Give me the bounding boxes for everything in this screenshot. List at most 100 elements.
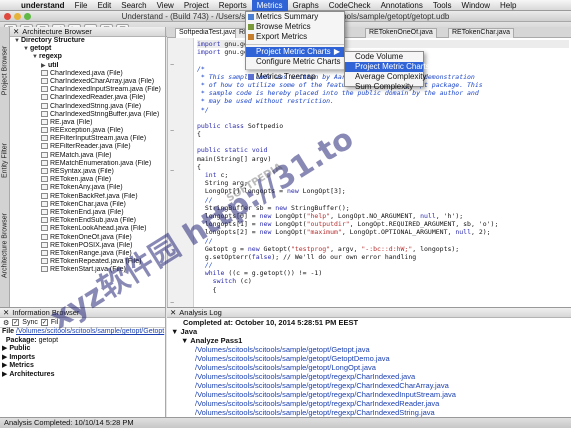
tree-item-label: CharIndexedStringBuffer.java (File) [50, 110, 160, 118]
menu-item-browse-metrics[interactable]: Browse Metrics [246, 22, 344, 32]
tree-item[interactable]: RETokenEndSub.java (File) [10, 217, 165, 225]
menu-help[interactable]: Help [495, 0, 521, 11]
java-file-icon [41, 118, 48, 125]
file-checkbox[interactable]: ✓ [40, 319, 48, 326]
info-section-architectures[interactable]: ▶ Architectures [2, 371, 165, 380]
file-path-link[interactable]: /Volumes/scitools/scitools/sample/getopt… [16, 328, 164, 335]
tree-item[interactable]: ▼Directory Structure [10, 37, 165, 45]
menu-reports[interactable]: Reports [214, 0, 252, 11]
tree-item[interactable]: RETokenEnd.java (File) [10, 208, 165, 217]
close-panel-icon[interactable]: ✕ [13, 27, 19, 36]
app-menu[interactable]: understand [16, 1, 70, 10]
menu-graphs[interactable]: Graphs [288, 0, 324, 11]
menu-edit[interactable]: Edit [92, 0, 116, 11]
menu-annotations[interactable]: Annotations [376, 0, 428, 11]
tree-item[interactable]: RETokenPOSIX.java (File) [10, 241, 165, 250]
tree-item[interactable]: RETokenRange.java (File) [10, 249, 165, 258]
gear-icon[interactable]: ⚙ [3, 319, 9, 327]
tree-item[interactable]: RETokenBackRef.java (File) [10, 192, 165, 201]
log-path[interactable]: /Volumes/scitools/scitools/sample/getopt… [171, 408, 571, 417]
log-path[interactable]: /Volumes/scitools/scitools/sample/getopt… [171, 363, 571, 372]
tree-item[interactable]: RESyntax.java (File) [10, 168, 165, 176]
tree-item[interactable]: RETokenStart.java (File) [10, 266, 165, 274]
tree-item[interactable]: RETokenAny.java (File) [10, 184, 165, 192]
tree-item[interactable]: CharIndexedInputStream.java (File) [10, 86, 165, 94]
tab-label: Architecture Browser [1, 213, 9, 278]
menu-project[interactable]: Project [179, 0, 214, 11]
menu-item-configure-metric-charts[interactable]: Configure Metric Charts [246, 57, 344, 67]
analysis-log-title: Analysis Log [179, 308, 222, 317]
close-panel-icon[interactable]: ✕ [3, 308, 9, 317]
expand-arrow-icon[interactable]: ▼ [23, 45, 30, 53]
submenu-arrow-icon: ▶ [333, 47, 340, 56]
editor-gutter: − − − − [168, 38, 194, 307]
log-path[interactable]: /Volumes/scitools/scitools/sample/getopt… [171, 345, 571, 354]
tab-softpediatest-java[interactable]: SoftpediaTest.java [175, 28, 241, 38]
menu-window[interactable]: Window [457, 0, 495, 11]
tree-item[interactable]: CharIndexedCharArray.java (File) [10, 77, 165, 86]
tree-item[interactable]: RETokenOneOf.java (File) [10, 233, 165, 242]
submenu-item-project-metric-charts[interactable]: Project Metric Charts [345, 62, 430, 72]
fold-marker-icon[interactable]: − [170, 62, 174, 69]
info-section-metrics[interactable]: ▶ Metrics [2, 362, 165, 371]
log-path[interactable]: /Volumes/scitools/scitools/sample/getopt… [171, 372, 571, 381]
log-path[interactable]: /Volumes/scitools/scitools/sample/getopt… [171, 354, 571, 363]
menu-item-metrics-treemap[interactable]: Metrics Treemap [246, 72, 344, 82]
submenu-item-code-volume[interactable]: Code Volume [345, 52, 423, 62]
menu-view[interactable]: View [152, 0, 179, 11]
log-path[interactable]: /Volumes/scitools/scitools/sample/getopt… [171, 399, 571, 408]
tab-entity-filter[interactable]: Entity Filter [0, 143, 10, 217]
menu-tools[interactable]: Tools [428, 0, 457, 11]
tree-item[interactable]: ▶ util [10, 62, 165, 70]
tab-retokenchar-java[interactable]: RETokenChar.java [448, 28, 514, 38]
tree-item[interactable]: REFilterInputStream.java (File) [10, 135, 165, 143]
menu-item-metrics-summary[interactable]: Metrics Summary [246, 12, 344, 22]
tree-item-label: RETokenOneOf.java (File) [50, 233, 132, 241]
tree-item[interactable]: CharIndexed.java (File) [10, 69, 165, 78]
info-options: ⚙ ✓ Sync ✓ Fil [0, 318, 165, 328]
expand-arrow-icon[interactable]: ▼ [14, 37, 21, 45]
fold-marker-icon[interactable]: − [170, 128, 174, 135]
info-section-public[interactable]: ▶ Public [2, 345, 165, 354]
tree-item[interactable]: REToken.java (File) [10, 176, 165, 184]
menu-metrics[interactable]: Metrics [251, 0, 288, 11]
sync-checkbox[interactable]: ✓ [12, 319, 20, 326]
menu-separator [246, 44, 344, 45]
menu-item-project-metric-charts[interactable]: Project Metric Charts ▶ [246, 47, 344, 57]
close-panel-icon[interactable]: ✕ [170, 308, 176, 317]
log-path[interactable]: /Volumes/scitools/scitools/sample/getopt… [171, 381, 571, 390]
tree-item[interactable]: REFilterReader.java (File) [10, 143, 165, 151]
tree-item[interactable]: RETokenLookAhead.java (File) [10, 225, 165, 233]
submenu-item-sum-complexity[interactable]: Sum Complexity [345, 82, 423, 92]
menu-file[interactable]: File [70, 0, 93, 11]
fold-marker-icon[interactable]: − [170, 168, 174, 175]
log-path[interactable]: /Volumes/scitools/scitools/sample/getopt… [171, 390, 571, 399]
tree-item[interactable]: CharIndexedString.java (File) [10, 102, 165, 111]
tree-item[interactable]: REMatch.java (File) [10, 151, 165, 160]
tree-item[interactable]: REException.java (File) [10, 127, 165, 135]
menu-search[interactable]: Search [116, 0, 151, 11]
tree-item[interactable]: CharIndexedStringBuffer.java (File) [10, 110, 165, 119]
code-line: */ [197, 105, 209, 114]
expand-arrow-icon[interactable]: ▶ [41, 62, 48, 70]
tree-item-label: RETokenStart.java (File) [50, 266, 126, 274]
info-section-imports[interactable]: ▶ Imports [2, 354, 165, 363]
tab-label: Project Browser [1, 45, 9, 96]
tree-item[interactable]: RE.java (File) [10, 118, 165, 127]
tab-architecture-browser[interactable]: Architecture Browser [0, 213, 10, 302]
tree-item[interactable]: REMatchEnumeration.java (File) [10, 159, 165, 168]
menu-item-export-metrics[interactable]: Export Metrics [246, 32, 344, 42]
fold-marker-icon[interactable]: − [170, 300, 174, 307]
submenu-item-average-complexity[interactable]: Average Complexity [345, 72, 426, 82]
tree-item[interactable]: RETokenChar.java (File) [10, 200, 165, 209]
tree-item[interactable]: ▼regexp [10, 53, 165, 61]
java-file-icon [41, 184, 48, 191]
code-line: int c; [204, 171, 229, 179]
expand-arrow-icon[interactable]: ▼ [32, 53, 39, 61]
tree-item[interactable]: ▼getopt [10, 45, 165, 53]
tree-item-label: REFilterInputStream.java (File) [50, 135, 147, 143]
menu-codecheck[interactable]: CodeCheck [324, 0, 376, 11]
tree-item[interactable]: RETokenRepeated.java (File) [10, 258, 165, 266]
tab-retokenoneof-java[interactable]: RETokenOneOf.java [365, 28, 437, 38]
tree-item[interactable]: CharIndexedReader.java (File) [10, 94, 165, 102]
